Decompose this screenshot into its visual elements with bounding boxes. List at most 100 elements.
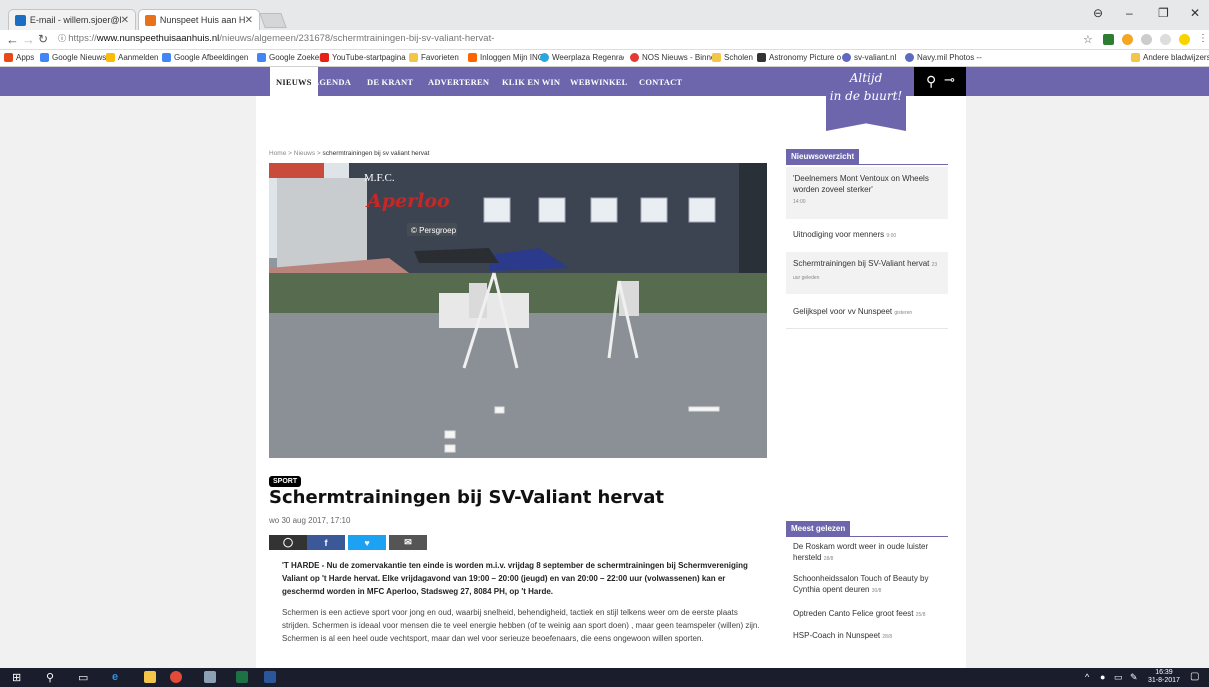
bookmark-item[interactable]: YouTube-startpagina — [320, 53, 406, 62]
popular-item-title: Optreden Canto Felice groot feest — [793, 609, 914, 618]
bookmark-item[interactable]: Google Afbeeldingen — [162, 53, 248, 62]
youtube-icon — [320, 53, 329, 62]
network-icon[interactable]: ▭ — [1114, 672, 1123, 683]
notifications-icon[interactable]: ▢ — [1190, 671, 1199, 682]
popular-item[interactable]: Optreden Canto Felice groot feest 25/8 — [793, 608, 953, 621]
chevron-up-icon[interactable]: ^ — [1085, 672, 1089, 682]
breadcrumb-home[interactable]: Home — [269, 150, 286, 157]
popular-item[interactable]: Schoonheidssalon Touch of Beauty by Cynt… — [793, 573, 953, 597]
bookmark-item[interactable]: Google Zoeken — [257, 53, 324, 62]
extension-icon[interactable] — [1141, 34, 1152, 45]
bookmark-other[interactable]: Andere bladwijzers — [1131, 53, 1209, 62]
share-twitter-button[interactable]: ♥ — [348, 535, 386, 550]
popular-item[interactable]: HSP-Coach in Nunspeet 28/8 — [793, 630, 953, 643]
bookmark-item[interactable]: NOS Nieuws - Binne — [630, 53, 712, 62]
maximize-icon[interactable]: ❐ — [1158, 6, 1169, 20]
nav-adverteren[interactable]: ADVERTEREN — [428, 77, 489, 87]
breadcrumb-news[interactable]: Nieuws — [294, 150, 315, 157]
star-icon[interactable]: ☆ — [1083, 33, 1093, 46]
windows-taskbar: ⊞ ⚲ ▭ e ^ ● ▭ ✎ 16:39 31-8-2017 ▢ — [0, 668, 1209, 687]
article-date: wo 30 aug 2017, 17:10 — [269, 516, 351, 525]
google-icon — [257, 53, 266, 62]
bookmarks-bar: Apps Google Nieuws Aanmelden Google Afbe… — [0, 50, 1209, 67]
google-news-icon — [40, 53, 49, 62]
task-view-icon[interactable]: ▭ — [78, 671, 88, 684]
overview-item-time: 9:00 — [886, 233, 897, 239]
bookmark-item[interactable]: Astronomy Picture o — [757, 53, 841, 62]
slogan-line-2: in de buurt! — [829, 89, 903, 103]
overview-item[interactable]: 'Deelnemers Mont Ventoux on Wheels worde… — [786, 167, 948, 219]
apps-grid-icon — [4, 53, 13, 62]
nav-agenda[interactable]: AGENDA — [313, 77, 351, 87]
search-icon[interactable]: ⚲ — [46, 671, 54, 684]
forward-icon[interactable]: → — [22, 32, 35, 47]
bookmark-item[interactable]: Inloggen Mijn ING — [468, 53, 544, 62]
new-tab-button[interactable] — [259, 13, 287, 28]
divider — [786, 536, 948, 537]
nav-nieuws[interactable]: NIEUWS — [270, 67, 318, 96]
close-window-icon[interactable]: ✕ — [1190, 6, 1200, 20]
bookmark-item[interactable]: Favorieten — [409, 53, 459, 62]
apod-icon — [757, 53, 766, 62]
overview-item-time: 14:00 — [793, 199, 806, 205]
pen-icon[interactable]: ✎ — [1130, 672, 1138, 683]
clock-time: 16:39 — [1155, 669, 1173, 676]
taskbar-clock[interactable]: 16:39 31-8-2017 — [1148, 669, 1180, 685]
bookmark-item[interactable]: sv-valiant.nl — [842, 53, 896, 62]
search-button[interactable]: ⚲ ⊸ — [914, 67, 966, 96]
extension-icon[interactable] — [1160, 34, 1171, 45]
close-icon[interactable]: ✕ — [121, 15, 129, 26]
popular-item-time: 28/8 — [823, 556, 834, 562]
article-lead: 'T HARDE - Nu de zomervakantie ten einde… — [282, 561, 748, 596]
share-comment-button[interactable]: ◯ — [269, 535, 307, 550]
bookmark-item[interactable]: Weerplaza Regenrad — [540, 53, 624, 62]
tray-icon[interactable]: ● — [1100, 672, 1105, 682]
extension-icon[interactable] — [1179, 34, 1190, 45]
bookmark-item[interactable]: Scholen — [712, 53, 753, 62]
search-icon: ⚲ — [926, 73, 937, 89]
app-icon[interactable] — [204, 671, 216, 683]
popular-item-title: HSP-Coach in Nunspeet — [793, 631, 881, 640]
nav-de-krant[interactable]: DE KRANT — [367, 77, 413, 87]
share-email-button[interactable]: ✉ — [389, 535, 427, 550]
bookmark-item[interactable]: Google Nieuws — [40, 53, 106, 62]
windows-start-icon[interactable]: ⊞ — [12, 671, 21, 684]
category-tag[interactable]: SPORT — [269, 476, 302, 487]
edge-icon[interactable]: e — [112, 671, 118, 683]
nav-webwinkel[interactable]: WEBWINKEL — [570, 77, 628, 87]
tab-title: E-mail - willem.sjoer@h — [29, 15, 121, 25]
nav-klik-en-win[interactable]: KLIK EN WIN — [502, 77, 560, 87]
share-facebook-button[interactable]: f — [307, 535, 345, 550]
nav-contact[interactable]: CONTACT — [639, 77, 682, 87]
minimize-icon[interactable]: – — [1126, 6, 1133, 20]
bookmark-apps[interactable]: Apps — [4, 53, 34, 62]
back-icon[interactable]: ← — [6, 32, 19, 47]
url-input[interactable]: ⓘ https://www.nunspeethuisaanhuis.nl/nie… — [58, 33, 494, 44]
excel-icon[interactable] — [236, 671, 248, 683]
clock-date: 31-8-2017 — [1148, 677, 1180, 684]
tab-email[interactable]: E-mail - willem.sjoer@h ✕ — [8, 9, 136, 30]
profile-icon[interactable]: ⊖ — [1093, 6, 1103, 20]
overview-item[interactable]: Gelijkspel voor vv Nunspeet gisteren — [786, 300, 948, 324]
bookmark-item[interactable]: Navy.mil Photos -- E — [905, 53, 983, 62]
bookmark-item[interactable]: Aanmelden — [106, 53, 158, 62]
close-icon[interactable]: ✕ — [245, 15, 253, 26]
reload-icon[interactable]: ↻ — [38, 32, 48, 46]
popular-item[interactable]: De Roskam wordt weer in oude luister her… — [793, 541, 953, 565]
overview-heading: Nieuwsoverzicht — [786, 149, 860, 164]
word-icon[interactable] — [264, 671, 276, 683]
overview-item[interactable]: Uitnodiging voor menners 9:00 — [786, 223, 948, 247]
chrome-icon[interactable] — [170, 671, 182, 683]
overview-item[interactable]: Schermtrainingen bij SV-Valiant hervat 2… — [786, 252, 948, 294]
breadcrumb: Home > Nieuws > schermtrainingen bij sv … — [269, 150, 430, 157]
google-icon — [162, 53, 171, 62]
divider — [786, 328, 948, 329]
folder-icon — [409, 53, 418, 62]
slogan-line-1: Altijd — [849, 71, 883, 85]
file-explorer-icon[interactable] — [144, 671, 156, 683]
envelope-icon: ✉ — [404, 537, 412, 547]
extension-icon[interactable] — [1122, 34, 1133, 45]
extension-icon[interactable] — [1103, 34, 1114, 45]
menu-icon[interactable]: ⋮ — [1198, 33, 1208, 44]
tab-nunspeet[interactable]: Nunspeet Huis aan Huis ✕ — [138, 9, 260, 30]
